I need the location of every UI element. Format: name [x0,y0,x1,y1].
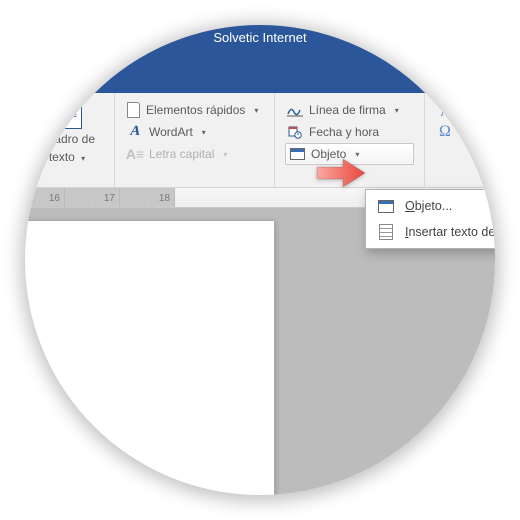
signature-line-button[interactable]: Línea de firma ▾ [285,99,414,121]
wordart-icon: A [127,124,143,140]
symbol-icon: Ω [437,124,453,140]
menu-item-object[interactable]: Objeto... [369,193,495,219]
equation-icon: π [437,102,453,118]
drop-cap-button: A≡ Letra capital ▾ [125,143,264,165]
text-box-button[interactable]: Cuadro de texto ▾ [30,99,104,165]
wordart-button[interactable]: A WordArt ▾ [125,121,264,143]
chevron-down-icon: ▾ [202,128,206,137]
date-time-button[interactable]: Fecha y hora [285,121,414,143]
chevron-down-icon: ▾ [81,154,85,163]
ruler-tick: 18 [159,193,170,204]
circular-crop: Solvetic Internet ▭ — Compa gina▾ [25,25,495,495]
drop-cap-icon: A≡ [127,146,143,162]
ribbon-group-textbox: Cuadro de texto ▾ [25,93,115,187]
object-icon [289,146,305,162]
menu-item-insert-text-from-file[interactable]: Insertar texto de archivo... [369,219,495,245]
chevron-down-icon: ▾ [395,106,399,115]
chevron-down-icon: ▾ [254,106,258,115]
chevron-down-icon: ▾ [223,150,227,159]
equation-button[interactable]: π Ecuación ▾ [435,99,495,121]
ribbon-group-text: Elementos rápidos ▾ A WordArt ▾ A≡ Letra… [115,93,275,187]
ribbon: gina▾ de pági… Cuadro de texto ▾ [25,93,495,188]
text-file-icon [377,224,395,240]
viewport: Solvetic Internet ▭ — Compa gina▾ [0,0,520,520]
tabs-bar: Compa [25,65,495,93]
quick-parts-button[interactable]: Elementos rápidos ▾ [125,99,264,121]
object-dropdown-menu: Objeto... Insertar texto de archivo... [365,189,495,249]
object-icon [377,198,395,214]
date-time-icon [287,124,303,140]
ribbon-group-symbols: π Ecuación ▾ Ω Símbolo ▾ [425,93,495,187]
ruler-tick: 17 [104,193,115,204]
window-title: Solvetic Internet [213,30,306,45]
tutorial-arrow [315,153,367,193]
ruler-tick: 16 [49,193,60,204]
signature-line-icon [287,102,303,118]
symbol-button[interactable]: Ω Símbolo ▾ [435,121,495,143]
word-window: Solvetic Internet ▭ — Compa gina▾ [25,25,495,495]
document-canvas [25,208,495,495]
titlebar: Solvetic Internet ▭ — [25,25,495,65]
quick-parts-icon [127,102,140,118]
text-box-icon [52,99,82,129]
page[interactable] [25,220,275,495]
